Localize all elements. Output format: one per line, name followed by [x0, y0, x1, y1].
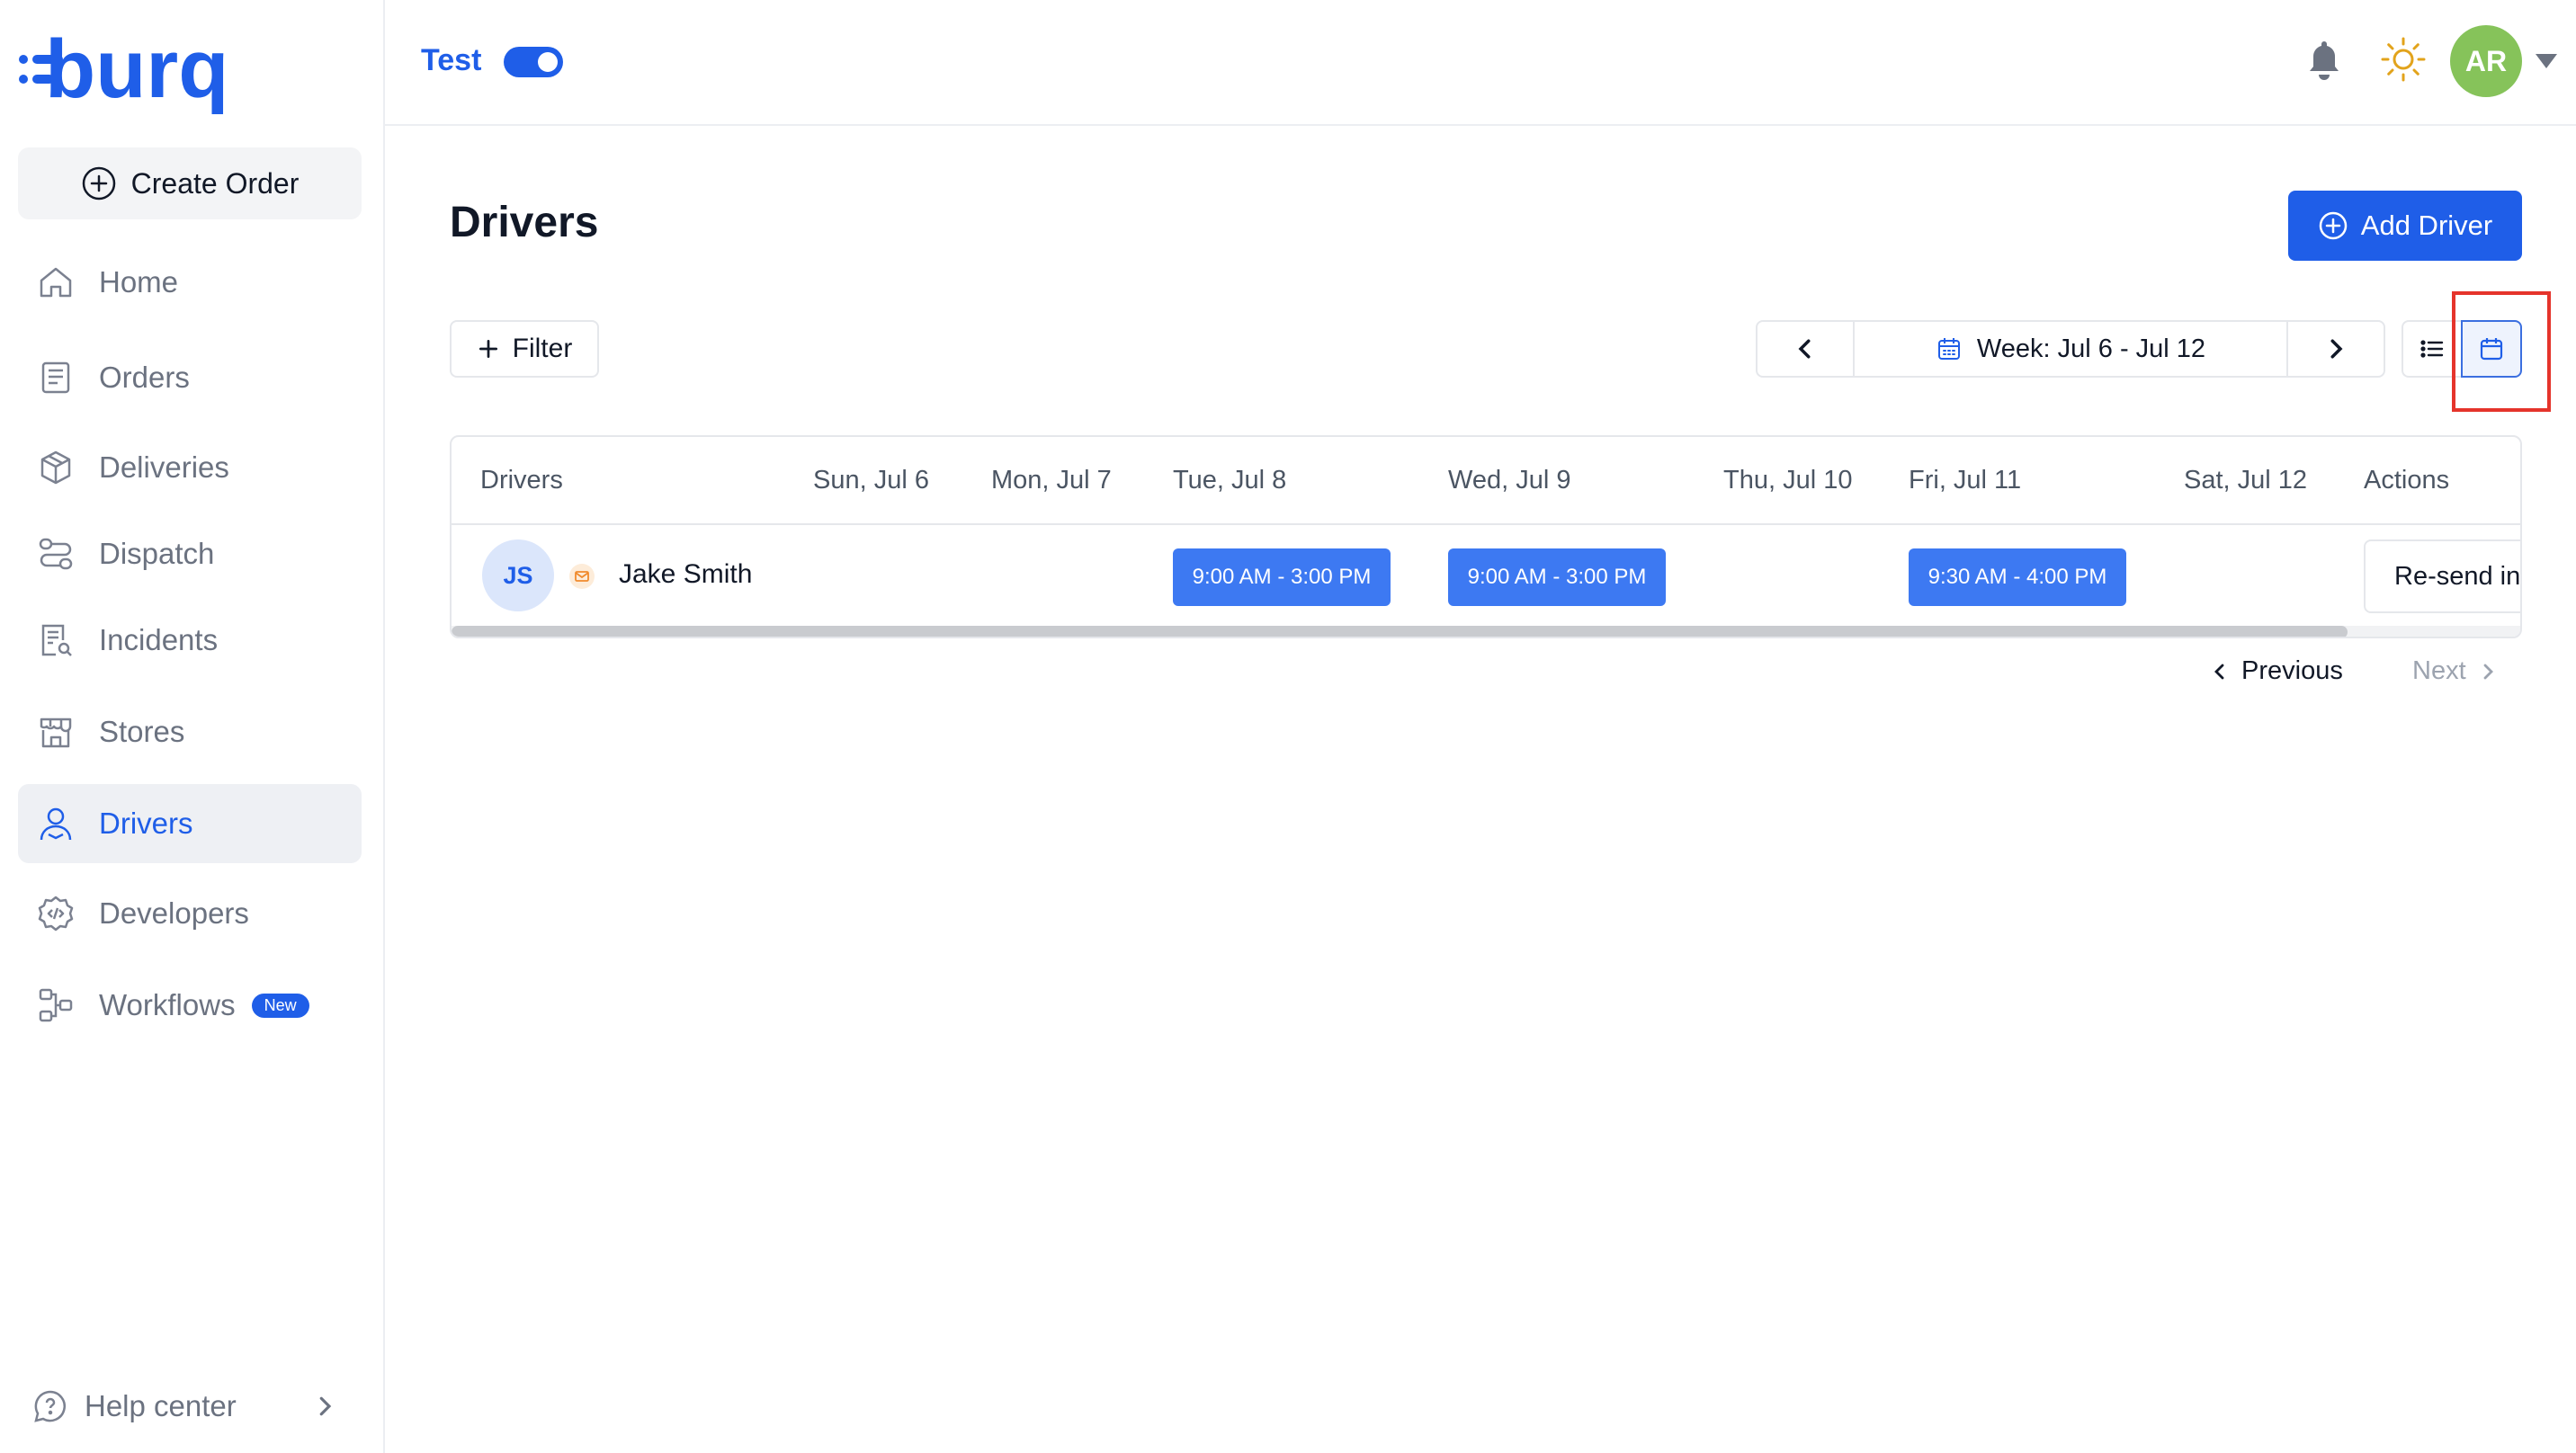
- workflow-icon: [39, 988, 73, 1022]
- sidebar-item-home[interactable]: Home: [18, 243, 362, 322]
- add-driver-button[interactable]: Add Driver: [2288, 191, 2522, 261]
- column-header-thu: Thu, Jul 10: [1723, 466, 1853, 495]
- sidebar-item-label: Incidents: [99, 623, 219, 656]
- plus-circle-icon: [2319, 211, 2348, 240]
- column-header-mon: Mon, Jul 7: [991, 466, 1112, 495]
- horizontal-scrollbar-thumb[interactable]: [452, 626, 2348, 637]
- caret-down-icon[interactable]: [2533, 50, 2560, 72]
- highlight-box: [2452, 291, 2551, 412]
- page-title: Drivers: [450, 199, 599, 246]
- week-navigator: Week: Jul 6 - Jul 12: [1756, 320, 2385, 378]
- add-driver-label: Add Driver: [2360, 209, 2493, 241]
- home-icon: [40, 267, 72, 298]
- chevron-right-icon: [319, 1396, 332, 1416]
- sidebar-item-orders[interactable]: Orders: [18, 338, 362, 417]
- sun-icon[interactable]: [2380, 36, 2427, 83]
- test-mode-toggle[interactable]: [504, 47, 563, 77]
- plus-icon: [479, 339, 497, 359]
- column-header-wed: Wed, Jul 9: [1448, 466, 1571, 495]
- column-header-sat: Sat, Jul 12: [2184, 466, 2308, 495]
- sidebar-item-label: Developers: [99, 896, 249, 930]
- filter-button[interactable]: Filter: [450, 320, 599, 378]
- list-icon: [2420, 340, 2444, 358]
- bell-icon[interactable]: [2304, 38, 2344, 83]
- filter-label: Filter: [512, 334, 573, 363]
- column-header-tue: Tue, Jul 8: [1173, 466, 1287, 495]
- code-gear-icon: [38, 896, 74, 932]
- help-chat-icon: [34, 1390, 66, 1422]
- plus-circle-icon: [82, 166, 115, 201]
- column-header-actions: Actions: [2364, 466, 2450, 495]
- sidebar-item-label: Workflows: [99, 988, 236, 1021]
- route-icon: [39, 538, 73, 570]
- user-icon: [40, 807, 72, 841]
- header-divider: [452, 523, 2520, 525]
- resend-invite-button[interactable]: Re-send invite: [2364, 539, 2520, 613]
- driver-avatar: JS: [482, 539, 554, 611]
- chevron-right-icon: [2330, 339, 2343, 359]
- create-order-button[interactable]: Create Order: [18, 147, 362, 219]
- previous-week-button[interactable]: [1758, 322, 1855, 376]
- sidebar-item-drivers[interactable]: Drivers: [18, 784, 362, 863]
- sidebar-item-dispatch[interactable]: Dispatch: [18, 514, 362, 593]
- drivers-schedule-table: Drivers Sun, Jul 6 Mon, Jul 7 Tue, Jul 8…: [450, 435, 2522, 638]
- mail-icon: [569, 564, 595, 589]
- sidebar-item-label: Deliveries: [99, 450, 229, 484]
- column-header-fri: Fri, Jul 11: [1909, 466, 2022, 495]
- sidebar-item-label: Drivers: [99, 807, 193, 840]
- sidebar-item-label: Home: [99, 265, 179, 299]
- sidebar-item-incidents[interactable]: Incidents: [18, 601, 362, 680]
- next-label: Next: [2412, 656, 2466, 685]
- sidebar: burq Create Order Home Orders Deliveries…: [0, 0, 385, 1453]
- help-center-label: Help center: [85, 1389, 237, 1422]
- user-avatar[interactable]: AR: [2450, 25, 2522, 97]
- calendar-icon: [1937, 338, 1960, 360]
- driver-name[interactable]: Jake Smith: [619, 559, 752, 590]
- week-range[interactable]: Week: Jul 6 - Jul 12: [1855, 322, 2286, 376]
- sidebar-item-deliveries[interactable]: Deliveries: [18, 428, 362, 507]
- store-icon: [40, 718, 72, 748]
- pagination-next[interactable]: Next: [2412, 656, 2499, 686]
- pagination-previous[interactable]: Previous: [2209, 656, 2343, 686]
- new-badge: New: [251, 993, 309, 1018]
- sidebar-item-developers[interactable]: Developers: [18, 874, 362, 953]
- column-header-sun: Sun, Jul 6: [813, 466, 929, 495]
- chevron-left-icon: [1798, 339, 1811, 359]
- sidebar-item-label: Dispatch: [99, 537, 215, 570]
- chevron-left-icon: [2214, 664, 2224, 679]
- box-icon: [40, 450, 71, 485]
- top-header: Test AR: [385, 0, 2576, 126]
- svg-text:burq: burq: [45, 23, 225, 115]
- help-center-link[interactable]: Help center: [32, 1372, 338, 1440]
- shift-tuesday[interactable]: 9:00 AM - 3:00 PM: [1173, 548, 1391, 606]
- environment-label: Test: [421, 43, 482, 77]
- sidebar-item-label: Stores: [99, 715, 185, 748]
- create-order-label: Create Order: [130, 166, 300, 200]
- shift-friday[interactable]: 9:30 AM - 4:00 PM: [1909, 548, 2126, 606]
- column-header-drivers: Drivers: [480, 466, 563, 495]
- burq-logo[interactable]: burq: [18, 23, 228, 117]
- week-label: Week: Jul 6 - Jul 12: [1976, 334, 2206, 363]
- sidebar-item-stores[interactable]: Stores: [18, 692, 362, 771]
- shift-wednesday[interactable]: 9:00 AM - 3:00 PM: [1448, 548, 1666, 606]
- sidebar-item-label: Orders: [99, 361, 190, 394]
- previous-label: Previous: [2241, 656, 2343, 685]
- orders-icon: [41, 361, 70, 394]
- chevron-right-icon: [2483, 664, 2493, 679]
- next-week-button[interactable]: [2286, 322, 2384, 376]
- sidebar-item-workflows[interactable]: Workflows New: [18, 966, 362, 1045]
- document-search-icon: [41, 624, 72, 656]
